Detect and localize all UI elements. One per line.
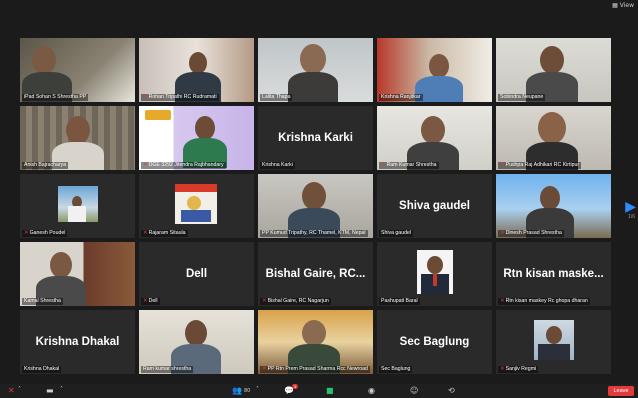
share-screen-icon[interactable]: ■: [326, 386, 334, 395]
video-tile[interactable]: ✕Ganesh Poudel: [20, 174, 135, 238]
video-tile[interactable]: Sec Baglung Sec Baglung: [377, 310, 492, 374]
mic-muted-icon: ✕: [500, 298, 505, 304]
mic-muted-icon: ✕: [262, 366, 267, 372]
mic-muted-icon: ✕: [262, 298, 267, 304]
mic-muted-icon: ✕: [143, 94, 148, 100]
participant-name: Lalita Thapa: [260, 94, 293, 101]
profile-photo: [534, 320, 574, 360]
mic-muted-icon: ✕: [500, 230, 505, 236]
participants-count: 80: [244, 388, 251, 394]
participant-name-placeholder: Shiva gaudel: [399, 200, 470, 212]
mic-muted-icon: ✕: [24, 230, 29, 236]
participant-name: iPad Sohan S Shrestha PP: [22, 94, 89, 101]
participant-name: Sobindra Neupane: [498, 94, 546, 101]
participant-name: ✕PP Rtn Prem Prasad Sharma Rcc Newroad: [260, 366, 370, 373]
mic-muted-icon: ✕: [143, 230, 148, 236]
participant-name: Shiva gaudel: [379, 230, 413, 237]
mic-muted-icon[interactable]: ✕: [8, 386, 15, 395]
gallery-grid: iPad Sohan S Shrestha PP ✕Rohan Tripathi…: [20, 38, 612, 375]
mic-muted-icon: ✕: [500, 366, 505, 372]
video-tile[interactable]: iPad Sohan S Shrestha PP: [20, 38, 135, 102]
video-tile[interactable]: ✕Ram Kumar Shrestha: [377, 106, 492, 170]
participant-name-placeholder: Bishal Gaire, RC...: [265, 268, 366, 280]
next-page-arrow-icon[interactable]: ▶: [625, 198, 636, 215]
profile-photo: [417, 250, 453, 294]
mic-muted-icon: ✕: [143, 298, 148, 304]
profile-photo: [58, 186, 98, 222]
video-tile[interactable]: Dell ✕Dell: [139, 242, 254, 306]
participant-name-placeholder: Dell: [185, 268, 208, 280]
participant-name: ✕Dinesh Prasad Shrestha: [498, 230, 564, 237]
chat-badge: 1: [292, 384, 299, 389]
reactions-icon[interactable]: ☺: [410, 386, 418, 395]
video-tile[interactable]: Pashupati Baral: [377, 242, 492, 306]
view-button[interactable]: ▦ View: [612, 2, 634, 9]
participant-name: ✕Bishal Gaire, RC Nagarjun: [260, 298, 331, 305]
participant-name: Ram kumar shrestha: [141, 366, 194, 373]
video-tile[interactable]: ✕Dinesh Prasad Shrestha: [496, 174, 611, 238]
record-icon[interactable]: ◉: [368, 386, 375, 395]
participant-name: ✕Sanjiv Regmi: [498, 366, 539, 373]
video-tile[interactable]: ✕Sanjiv Regmi: [496, 310, 611, 374]
video-tile[interactable]: ✕Rohan Tripathi RC Rudramati: [139, 38, 254, 102]
participant-name: ✕Rohan Tripathi RC Rudramati: [141, 94, 219, 101]
mic-muted-icon: ✕: [381, 162, 386, 168]
video-tile[interactable]: Krishna Dhakal Krishna Dhakal: [20, 310, 135, 374]
participant-name: ✕Pushpa Raj Adhikari RC Kirtipur: [498, 162, 582, 169]
page-indicator: 1/6: [628, 214, 635, 220]
participant-name: Sec Baglung: [379, 366, 413, 373]
participant-name: ✕Ram Kumar Shrestha: [379, 162, 439, 169]
video-tile[interactable]: PP Kumud Tripathy, RC Thamel, KTM, Nepal: [258, 174, 373, 238]
participant-name: ✕Rtn kisan maskey Rc ghopa dharan: [498, 298, 590, 305]
chevron-up-icon[interactable]: ˄: [60, 386, 63, 393]
participant-name: ✕DGE 3292 Jitendra Rajbhandary: [141, 162, 226, 169]
profile-photo: [175, 184, 217, 224]
participant-name: Krishna Ranjitkar: [379, 94, 423, 101]
video-tile[interactable]: Krishna Ranjitkar: [377, 38, 492, 102]
participant-name: Anish Bajracharya: [22, 162, 69, 169]
banner-graphic: [145, 110, 171, 120]
participant-name: Kamal Shrestha: [22, 298, 63, 305]
top-bar: ▦ View: [0, 0, 638, 12]
meeting-toolbar: ✕ ˄ ▬ ˄ 👥 80 ˄ 💬 1 ■ ◉ ☺ ⟲ Leave: [0, 384, 638, 398]
participant-name: Krishna Karki: [260, 162, 295, 169]
participant-name: ✕Rajaram Sitaula: [141, 230, 188, 237]
video-tile[interactable]: Lalita Thapa: [258, 38, 373, 102]
apps-icon[interactable]: ⟲: [448, 386, 455, 395]
mic-muted-icon: ✕: [500, 162, 505, 168]
video-tile[interactable]: Sobindra Neupane: [496, 38, 611, 102]
video-tile[interactable]: Kamal Shrestha: [20, 242, 135, 306]
participant-name: PP Kumud Tripathy, RC Thamel, KTM, Nepal: [260, 230, 368, 237]
participant-name: Pashupati Baral: [379, 298, 420, 305]
video-tile[interactable]: Bishal Gaire, RC... ✕Bishal Gaire, RC Na…: [258, 242, 373, 306]
video-tile[interactable]: Shiva gaudel Shiva gaudel: [377, 174, 492, 238]
participant-name: ✕Dell: [141, 298, 160, 305]
participant-name-placeholder: Rtn kisan maske...: [503, 268, 604, 280]
view-label: View: [619, 2, 634, 9]
chevron-up-icon[interactable]: ˄: [256, 386, 259, 393]
video-tile[interactable]: ✕Pushpa Raj Adhikari RC Kirtipur: [496, 106, 611, 170]
video-tile[interactable]: Rtn kisan maske... ✕Rtn kisan maskey Rc …: [496, 242, 611, 306]
participant-name-placeholder: Krishna Dhakal: [35, 336, 120, 348]
participant-name-placeholder: Krishna Karki: [278, 132, 353, 144]
leave-button[interactable]: Leave: [608, 386, 634, 396]
participant-name-placeholder: Sec Baglung: [399, 336, 470, 348]
participant-name: Krishna Dhakal: [22, 366, 62, 373]
video-tile-active-speaker[interactable]: Ram kumar shrestha: [139, 310, 254, 374]
mic-muted-icon: ✕: [143, 162, 148, 168]
video-tile[interactable]: Anish Bajracharya: [20, 106, 135, 170]
video-tile[interactable]: Krishna Karki Krishna Karki: [258, 106, 373, 170]
video-tile[interactable]: ✕PP Rtn Prem Prasad Sharma Rcc Newroad: [258, 310, 373, 374]
video-tile[interactable]: ✕Rajaram Sitaula: [139, 174, 254, 238]
video-tile[interactable]: ✕DGE 3292 Jitendra Rajbhandary: [139, 106, 254, 170]
chevron-up-icon[interactable]: ˄: [18, 386, 21, 393]
video-camera-icon[interactable]: ▬: [46, 386, 54, 395]
participants-icon[interactable]: 👥: [232, 386, 242, 395]
participant-name: ✕Ganesh Poudel: [22, 230, 68, 237]
